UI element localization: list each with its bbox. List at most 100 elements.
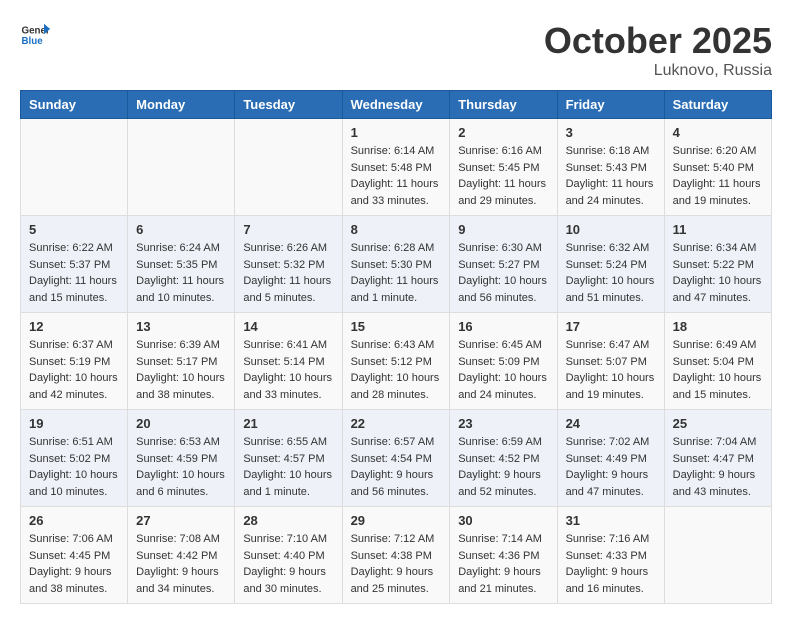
day-info-line: Daylight: 9 hours and 16 minutes. bbox=[566, 564, 656, 597]
day-info-line: Daylight: 10 hours and 42 minutes. bbox=[29, 370, 119, 403]
day-info-line: Sunrise: 7:10 AM bbox=[243, 531, 333, 548]
day-number: 28 bbox=[243, 513, 333, 528]
day-number: 18 bbox=[673, 319, 763, 334]
svg-text:Blue: Blue bbox=[22, 36, 44, 47]
day-cell: 4Sunrise: 6:20 AMSunset: 5:40 PMDaylight… bbox=[664, 119, 771, 216]
day-cell: 17Sunrise: 6:47 AMSunset: 5:07 PMDayligh… bbox=[557, 313, 664, 410]
day-info-line: Sunset: 4:42 PM bbox=[136, 548, 226, 565]
logo: General Blue bbox=[20, 20, 50, 50]
day-cell: 20Sunrise: 6:53 AMSunset: 4:59 PMDayligh… bbox=[128, 410, 235, 507]
day-number: 3 bbox=[566, 125, 656, 140]
day-info: Sunrise: 6:57 AMSunset: 4:54 PMDaylight:… bbox=[351, 434, 442, 500]
day-cell: 25Sunrise: 7:04 AMSunset: 4:47 PMDayligh… bbox=[664, 410, 771, 507]
week-row-3: 12Sunrise: 6:37 AMSunset: 5:19 PMDayligh… bbox=[21, 313, 772, 410]
day-cell: 23Sunrise: 6:59 AMSunset: 4:52 PMDayligh… bbox=[450, 410, 557, 507]
day-info-line: Sunset: 5:02 PM bbox=[29, 451, 119, 468]
day-info-line: Sunrise: 6:49 AM bbox=[673, 337, 763, 354]
day-number: 9 bbox=[458, 222, 548, 237]
day-info-line: Sunset: 4:33 PM bbox=[566, 548, 656, 565]
day-info-line: Sunrise: 6:32 AM bbox=[566, 240, 656, 257]
day-info: Sunrise: 6:28 AMSunset: 5:30 PMDaylight:… bbox=[351, 240, 442, 306]
day-info-line: Sunrise: 6:22 AM bbox=[29, 240, 119, 257]
day-cell: 14Sunrise: 6:41 AMSunset: 5:14 PMDayligh… bbox=[235, 313, 342, 410]
day-info-line: Sunset: 5:32 PM bbox=[243, 257, 333, 274]
day-number: 20 bbox=[136, 416, 226, 431]
day-cell: 7Sunrise: 6:26 AMSunset: 5:32 PMDaylight… bbox=[235, 216, 342, 313]
day-number: 31 bbox=[566, 513, 656, 528]
day-info-line: Sunrise: 6:24 AM bbox=[136, 240, 226, 257]
day-info-line: Sunset: 5:22 PM bbox=[673, 257, 763, 274]
day-info: Sunrise: 6:14 AMSunset: 5:48 PMDaylight:… bbox=[351, 143, 442, 209]
weekday-header-row: SundayMondayTuesdayWednesdayThursdayFrid… bbox=[21, 91, 772, 119]
day-info-line: Sunrise: 6:47 AM bbox=[566, 337, 656, 354]
day-info-line: Daylight: 11 hours and 1 minute. bbox=[351, 273, 442, 306]
day-info: Sunrise: 6:34 AMSunset: 5:22 PMDaylight:… bbox=[673, 240, 763, 306]
day-info-line: Sunrise: 6:57 AM bbox=[351, 434, 442, 451]
day-number: 29 bbox=[351, 513, 442, 528]
day-info: Sunrise: 6:41 AMSunset: 5:14 PMDaylight:… bbox=[243, 337, 333, 403]
day-info-line: Daylight: 10 hours and 28 minutes. bbox=[351, 370, 442, 403]
day-info-line: Sunset: 4:38 PM bbox=[351, 548, 442, 565]
week-row-5: 26Sunrise: 7:06 AMSunset: 4:45 PMDayligh… bbox=[21, 507, 772, 604]
day-info-line: Sunrise: 7:02 AM bbox=[566, 434, 656, 451]
day-cell: 2Sunrise: 6:16 AMSunset: 5:45 PMDaylight… bbox=[450, 119, 557, 216]
day-info-line: Sunrise: 6:51 AM bbox=[29, 434, 119, 451]
day-info: Sunrise: 7:08 AMSunset: 4:42 PMDaylight:… bbox=[136, 531, 226, 597]
day-info-line: Daylight: 10 hours and 15 minutes. bbox=[673, 370, 763, 403]
day-info-line: Sunrise: 7:14 AM bbox=[458, 531, 548, 548]
day-info-line: Sunset: 5:17 PM bbox=[136, 354, 226, 371]
day-info: Sunrise: 7:12 AMSunset: 4:38 PMDaylight:… bbox=[351, 531, 442, 597]
day-number: 25 bbox=[673, 416, 763, 431]
day-number: 11 bbox=[673, 222, 763, 237]
day-info: Sunrise: 6:43 AMSunset: 5:12 PMDaylight:… bbox=[351, 337, 442, 403]
day-info: Sunrise: 6:22 AMSunset: 5:37 PMDaylight:… bbox=[29, 240, 119, 306]
day-cell: 16Sunrise: 6:45 AMSunset: 5:09 PMDayligh… bbox=[450, 313, 557, 410]
day-info: Sunrise: 6:30 AMSunset: 5:27 PMDaylight:… bbox=[458, 240, 548, 306]
day-info: Sunrise: 6:51 AMSunset: 5:02 PMDaylight:… bbox=[29, 434, 119, 500]
day-info-line: Daylight: 11 hours and 5 minutes. bbox=[243, 273, 333, 306]
day-info: Sunrise: 6:39 AMSunset: 5:17 PMDaylight:… bbox=[136, 337, 226, 403]
day-info-line: Daylight: 9 hours and 56 minutes. bbox=[351, 467, 442, 500]
day-info-line: Sunset: 5:40 PM bbox=[673, 160, 763, 177]
day-info-line: Sunset: 5:24 PM bbox=[566, 257, 656, 274]
day-info-line: Daylight: 11 hours and 24 minutes. bbox=[566, 176, 656, 209]
day-cell bbox=[128, 119, 235, 216]
day-info-line: Sunrise: 6:43 AM bbox=[351, 337, 442, 354]
day-info-line: Daylight: 10 hours and 1 minute. bbox=[243, 467, 333, 500]
day-info-line: Sunset: 4:59 PM bbox=[136, 451, 226, 468]
day-info-line: Sunset: 5:45 PM bbox=[458, 160, 548, 177]
day-number: 12 bbox=[29, 319, 119, 334]
calendar-subtitle: Luknovo, Russia bbox=[544, 62, 772, 80]
title-area: October 2025 Luknovo, Russia bbox=[544, 20, 772, 80]
day-info-line: Daylight: 10 hours and 56 minutes. bbox=[458, 273, 548, 306]
day-info-line: Daylight: 10 hours and 51 minutes. bbox=[566, 273, 656, 306]
day-info-line: Sunset: 5:14 PM bbox=[243, 354, 333, 371]
day-info-line: Daylight: 10 hours and 38 minutes. bbox=[136, 370, 226, 403]
day-info-line: Sunset: 5:43 PM bbox=[566, 160, 656, 177]
day-info: Sunrise: 6:24 AMSunset: 5:35 PMDaylight:… bbox=[136, 240, 226, 306]
day-info-line: Sunset: 5:19 PM bbox=[29, 354, 119, 371]
day-number: 4 bbox=[673, 125, 763, 140]
day-info-line: Daylight: 11 hours and 15 minutes. bbox=[29, 273, 119, 306]
day-number: 8 bbox=[351, 222, 442, 237]
day-cell: 19Sunrise: 6:51 AMSunset: 5:02 PMDayligh… bbox=[21, 410, 128, 507]
day-number: 30 bbox=[458, 513, 548, 528]
day-number: 1 bbox=[351, 125, 442, 140]
day-number: 17 bbox=[566, 319, 656, 334]
day-info-line: Sunrise: 6:45 AM bbox=[458, 337, 548, 354]
day-info-line: Sunset: 5:09 PM bbox=[458, 354, 548, 371]
day-number: 23 bbox=[458, 416, 548, 431]
day-info: Sunrise: 7:06 AMSunset: 4:45 PMDaylight:… bbox=[29, 531, 119, 597]
day-info-line: Sunrise: 7:16 AM bbox=[566, 531, 656, 548]
day-cell: 1 Sunrise: 6:14 AMSunset: 5:48 PMDaylight… bbox=[342, 119, 450, 216]
day-cell: 6Sunrise: 6:24 AMSunset: 5:35 PMDaylight… bbox=[128, 216, 235, 313]
day-info-line: Daylight: 10 hours and 19 minutes. bbox=[566, 370, 656, 403]
day-number: 27 bbox=[136, 513, 226, 528]
day-number: 21 bbox=[243, 416, 333, 431]
day-info-line: Daylight: 9 hours and 34 minutes. bbox=[136, 564, 226, 597]
logo-icon: General Blue bbox=[20, 20, 50, 50]
day-info-line: Sunrise: 6:37 AM bbox=[29, 337, 119, 354]
week-row-1: 1 Sunrise: 6:14 AMSunset: 5:48 PMDaylight… bbox=[21, 119, 772, 216]
day-info-line: Sunrise: 6:39 AM bbox=[136, 337, 226, 354]
week-row-4: 19Sunrise: 6:51 AMSunset: 5:02 PMDayligh… bbox=[21, 410, 772, 507]
